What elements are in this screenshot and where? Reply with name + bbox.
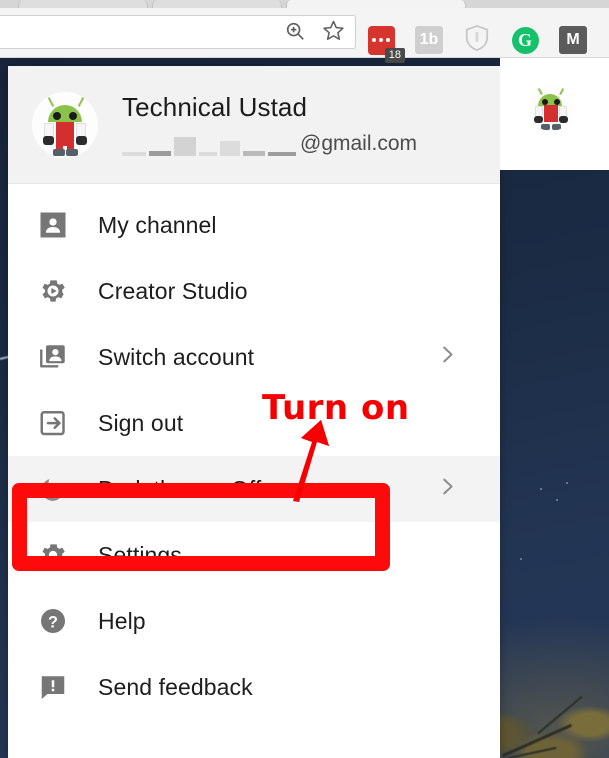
extension-toolbar: 18 1b G M <box>366 16 588 64</box>
chevron-right-icon <box>436 344 458 371</box>
grammarly-extension-button[interactable]: G <box>510 25 540 55</box>
screenshot-root: 18 1b G M Technical Ustad @gmail.com My … <box>0 0 609 758</box>
browser-tab[interactable] <box>152 0 282 8</box>
shield-icon <box>464 24 490 57</box>
feedback-icon <box>38 672 76 702</box>
menu-item-label: Settings <box>98 541 182 568</box>
switch-account-icon <box>38 342 76 372</box>
help-circle-icon: ? <box>38 606 76 636</box>
address-bar[interactable] <box>0 15 356 49</box>
redacted-email-local-part <box>122 134 296 156</box>
menu-item-dark-theme[interactable]: Dark theme: Off <box>8 456 500 522</box>
account-email-domain: @gmail.com <box>300 131 418 155</box>
account-dropdown-menu: Technical Ustad @gmail.com My channel Cr… <box>8 66 500 758</box>
menu-item-label: Send feedback <box>98 673 253 700</box>
menu-item-send-feedback[interactable]: Send feedback <box>8 654 500 720</box>
shield-extension-button[interactable] <box>462 24 492 57</box>
gear-icon <box>38 540 76 570</box>
menu-item-switch-account[interactable]: Switch account <box>8 324 500 390</box>
moon-icon <box>38 474 76 504</box>
chevron-right-icon <box>436 476 458 503</box>
zoom-in-icon[interactable] <box>284 20 306 47</box>
browser-tab-active[interactable] <box>286 0 466 8</box>
page-header-avatar[interactable] <box>528 85 574 131</box>
mega-extension-button[interactable]: M <box>558 25 588 55</box>
mega-icon: M <box>559 26 587 54</box>
menu-item-label: Help <box>98 607 146 634</box>
menu-item-label: Creator Studio <box>98 277 248 304</box>
menu-item-settings[interactable]: Settings <box>8 522 500 588</box>
gear-play-icon <box>38 276 76 306</box>
menu-item-label: Dark theme: Off <box>98 475 262 502</box>
tab-manager-extension-button[interactable]: 1b <box>414 25 444 55</box>
menu-item-label: My channel <box>98 211 217 238</box>
sign-out-icon <box>38 408 76 438</box>
tab-manager-icon: 1b <box>415 26 443 54</box>
menu-item-my-channel[interactable]: My channel <box>8 192 500 258</box>
dropdown-menu-list: My channel Creator Studio Switch account… <box>8 184 500 720</box>
account-name: Technical Ustad <box>122 92 308 123</box>
tab-strip <box>0 0 609 8</box>
menu-item-label: Sign out <box>98 409 184 436</box>
menu-item-creator-studio[interactable]: Creator Studio <box>8 258 500 324</box>
account-box-icon <box>38 210 76 240</box>
star-icon[interactable] <box>322 19 345 47</box>
menu-item-label: Switch account <box>98 343 255 370</box>
grammarly-icon: G <box>511 26 539 54</box>
browser-tab[interactable] <box>18 0 148 8</box>
menu-item-sign-out[interactable]: Sign out <box>8 390 500 456</box>
menu-item-help[interactable]: ? Help <box>8 588 500 654</box>
lastpass-extension-button[interactable]: 18 <box>366 25 405 63</box>
browser-toolbar: 18 1b G M <box>0 8 609 63</box>
account-email: @gmail.com <box>122 132 417 156</box>
avatar <box>32 91 98 158</box>
account-header[interactable]: Technical Ustad @gmail.com <box>8 66 500 184</box>
lastpass-badge-count: 18 <box>384 48 405 63</box>
svg-text:?: ? <box>48 613 58 631</box>
